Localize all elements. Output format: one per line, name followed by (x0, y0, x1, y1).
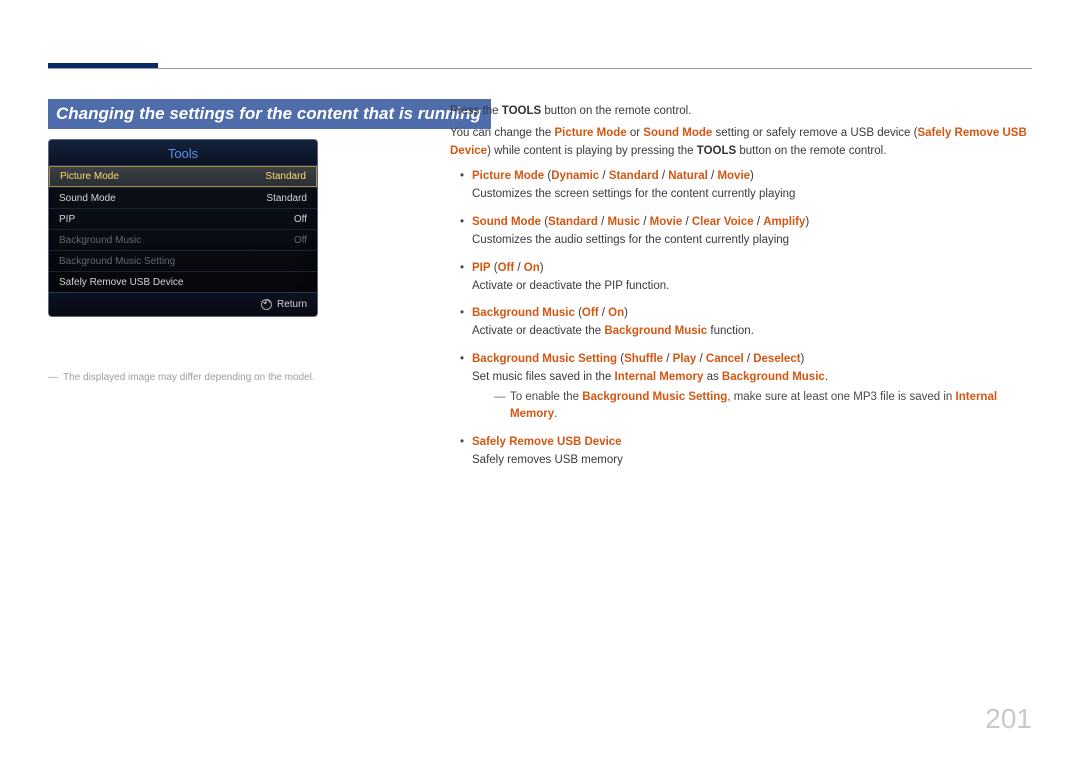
tools-panel-title: Tools (49, 140, 317, 166)
tools-row-value: Off (294, 214, 307, 225)
top-accent-bar (48, 63, 158, 68)
tools-rows-container: Picture Mode Standard Sound Mode Standard PI… (49, 166, 317, 292)
tools-row[interactable]: PIP Off (49, 208, 317, 229)
section-title: Changing the settings for the content th… (48, 99, 491, 129)
tools-row[interactable]: Picture Mode Standard (49, 166, 317, 187)
intro-line-1: Press the TOOLS button on the remote con… (450, 103, 1032, 121)
page-number: 201 (985, 703, 1032, 735)
tools-row-value: Standard (265, 171, 306, 182)
item-safely-remove: Safely Remove USB Device Safely removes … (450, 434, 1032, 470)
item-picture-mode: Picture Mode (Dynamic / Standard / Natur… (450, 168, 1032, 204)
bgms-subnote: To enable the Background Music Setting, … (494, 389, 1032, 425)
tools-row[interactable]: Safely Remove USB Device (49, 271, 317, 292)
tools-row-label: PIP (59, 214, 75, 225)
return-icon (261, 299, 272, 310)
tools-row-label: Safely Remove USB Device (59, 277, 184, 288)
tools-panel: Tools Picture Mode Standard Sound Mode Stan… (48, 139, 318, 317)
tools-row-label: Background Music (59, 235, 141, 246)
item-sound-mode: Sound Mode (Standard / Music / Movie / C… (450, 214, 1032, 250)
tools-row[interactable]: Background Music Off (49, 229, 317, 250)
top-rule (48, 68, 1032, 69)
tools-row[interactable]: Sound Mode Standard (49, 187, 317, 208)
feature-list: Picture Mode (Dynamic / Standard / Natur… (450, 168, 1032, 469)
return-label: Return (277, 299, 307, 310)
tools-row-label: Sound Mode (59, 193, 116, 204)
item-pip: PIP (Off / On) Activate or deactivate th… (450, 260, 1032, 296)
tools-row-label: Background Music Setting (59, 256, 175, 267)
tools-footer: Return (49, 292, 317, 316)
intro-line-2: You can change the Picture Mode or Sound… (450, 125, 1032, 161)
item-bg-music-setting: Background Music Setting (Shuffle / Play… (450, 351, 1032, 424)
item-bg-music: Background Music (Off / On) Activate or … (450, 305, 1032, 341)
tools-row-label: Picture Mode (60, 171, 119, 182)
tools-row-value: Off (294, 235, 307, 246)
tools-row[interactable]: Background Music Setting (49, 250, 317, 271)
right-column: Press the TOOLS button on the remote con… (450, 103, 1032, 480)
tools-row-value: Standard (266, 193, 307, 204)
